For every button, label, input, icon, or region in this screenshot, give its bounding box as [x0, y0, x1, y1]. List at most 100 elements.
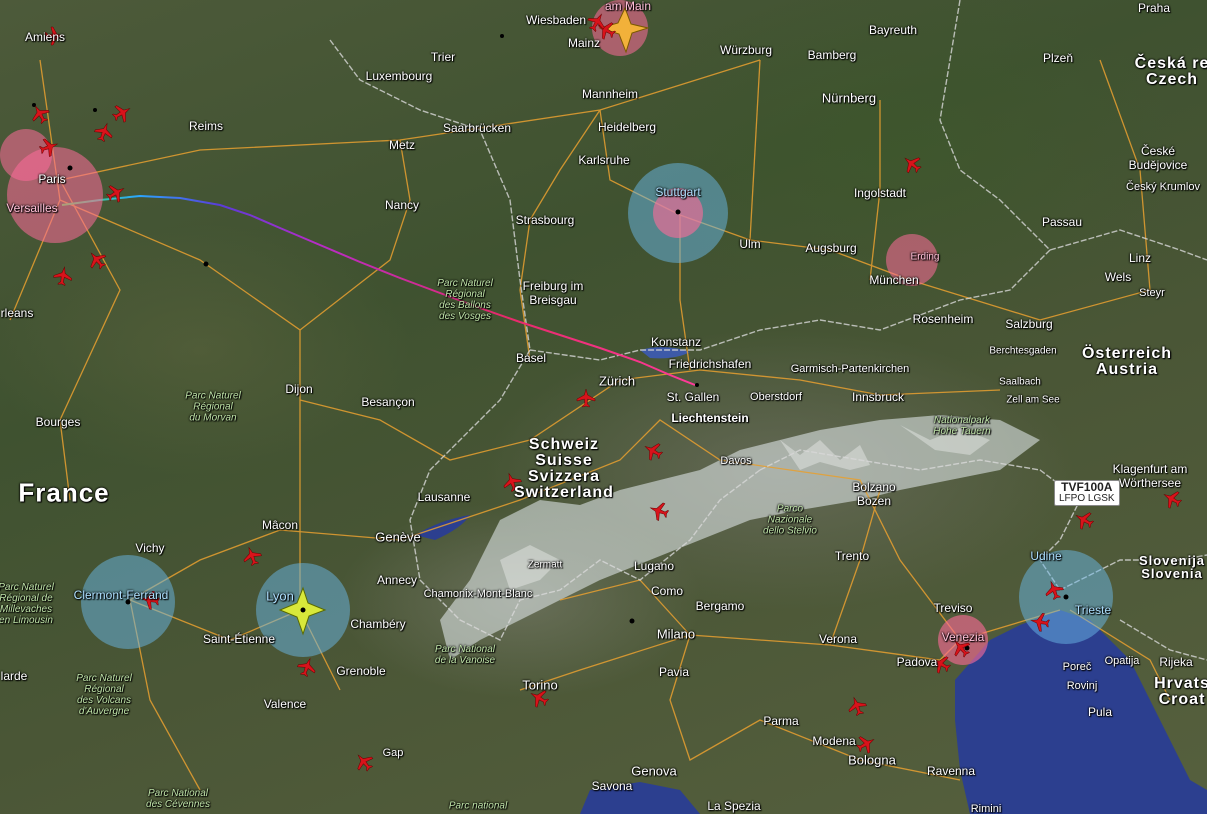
city-label: Metz: [388, 138, 416, 152]
city-label: Parma: [763, 714, 799, 728]
city-label: Gap: [382, 747, 404, 759]
city-label-text: České Budějovice: [1128, 144, 1188, 172]
city-label: Bergamo: [695, 599, 745, 613]
map-view[interactable]: France Schweiz Suisse Svizzera Switzerla…: [0, 0, 1207, 814]
city-label: Davos: [720, 455, 752, 467]
city-label: Savona: [591, 779, 633, 793]
park-label-text: Nationalpark Hohe Tauern: [933, 415, 991, 437]
city-label: Oberstdorf: [750, 391, 802, 403]
plane-icon[interactable]: [109, 100, 135, 126]
city-label: Mâcon: [261, 518, 299, 532]
plane-icon[interactable]: [576, 388, 596, 408]
city-label: Rijeka: [1159, 655, 1193, 669]
country-label-croatia: Hrvats Croat: [1154, 676, 1207, 708]
city-label: Trento: [834, 549, 870, 563]
city-label: Zermatt: [527, 559, 563, 571]
city-label: Saalbach: [999, 376, 1041, 388]
city-label: Trier: [430, 50, 456, 64]
plane-icon[interactable]: [27, 101, 53, 127]
city-label-text: Freiburg im Breisgau: [522, 279, 584, 307]
park-label: Parc National des Cévennes: [146, 788, 210, 810]
country-label-czech: Česká re Czech: [1135, 56, 1207, 88]
flight-route: LFPO LGSK: [1059, 493, 1115, 504]
city-label: Genova: [631, 763, 677, 779]
city-label: Bamberg: [807, 48, 857, 62]
city-label: Nancy: [384, 198, 420, 212]
city-label: Paris: [38, 172, 66, 186]
park-label: Parc Naturel Régional des Ballons des Vo…: [437, 278, 493, 322]
city-label: Freiburg im Breisgau: [523, 279, 584, 307]
park-label-text: Parc Naturel Régional des Ballons des Vo…: [437, 278, 493, 322]
city-label: Garmisch-Partenkirchen: [790, 363, 910, 375]
city-label: Linz: [1128, 251, 1152, 265]
country-label-slovenia: Slovenija Slovenia: [1139, 554, 1205, 580]
city-label: Lyon: [266, 588, 294, 604]
plane-icon[interactable]: [647, 499, 671, 523]
plane-icon[interactable]: [640, 438, 666, 464]
city-label: Friedrichshafen: [668, 357, 752, 371]
plane-icon[interactable]: [84, 247, 110, 273]
country-label-croatia-text: Hrvats Croat: [1154, 675, 1207, 708]
city-label: Augsburg: [805, 241, 857, 255]
city-label: Valence: [263, 697, 307, 711]
city-label: Zell am See: [1006, 394, 1060, 406]
city-label: Bayreuth: [868, 23, 918, 37]
city-label: Salzburg: [1005, 317, 1053, 331]
country-label-france: France: [18, 477, 110, 508]
city-label: Dijon: [285, 382, 313, 396]
city-label: České Budějovice: [1129, 144, 1188, 172]
plane-icon[interactable]: [1029, 611, 1051, 633]
plane-icon[interactable]: [899, 151, 925, 177]
city-label: Liechtenstein: [671, 411, 749, 425]
city-label: Venezia: [941, 630, 985, 644]
city-label: Passau: [1041, 215, 1083, 229]
city-label: Ravenna: [926, 764, 976, 778]
plane-icon[interactable]: [52, 265, 74, 287]
city-label: Klagenfurt am Wörthersee: [1113, 462, 1188, 490]
flight-tag[interactable]: TVF100A LFPO LGSK: [1054, 480, 1120, 506]
city-label: Trieste: [1074, 603, 1112, 617]
city-label: Bourges: [35, 415, 81, 429]
park-label: Parc national: [448, 800, 508, 812]
city-label: Zürich: [598, 373, 636, 389]
city-label: Rimini: [970, 803, 1002, 814]
plane-icon[interactable]: [240, 544, 264, 568]
city-label-text: Klagenfurt am Wörthersee: [1112, 462, 1188, 490]
city-label: Como: [650, 584, 684, 598]
park-label: Parco Nazionale dello Stelvio: [763, 504, 817, 537]
park-label: Parc Naturel Régional du Morvan: [185, 391, 241, 424]
plane-icon[interactable]: [92, 120, 116, 144]
park-label: Parc National de la Vanoise: [435, 644, 495, 666]
plane-icon[interactable]: [1071, 507, 1097, 533]
plane-icon[interactable]: [845, 694, 869, 718]
plane-icon[interactable]: [37, 135, 61, 159]
city-label: Praha: [1137, 1, 1171, 15]
city-label: rleans: [0, 306, 34, 320]
plane-icon[interactable]: [1042, 578, 1066, 602]
city-label: Erding: [910, 251, 940, 263]
city-label: Strasbourg: [515, 213, 575, 227]
city-label: Besançon: [361, 395, 415, 409]
plane-icon[interactable]: [103, 180, 129, 206]
city-label: Ulm: [739, 237, 761, 251]
flight-callsign: TVF100A: [1061, 480, 1113, 494]
city-label: Vichy: [135, 541, 165, 555]
city-label: Grenoble: [336, 664, 386, 678]
city-label: Bologna: [848, 752, 896, 768]
city-label: Udine: [1030, 549, 1062, 563]
city-label: Mannheim: [581, 87, 639, 101]
city-label: Luxembourg: [365, 69, 433, 83]
city-label: Wels: [1104, 270, 1132, 284]
city-label: Berchtesgaden: [989, 345, 1057, 357]
plane-icon[interactable]: [295, 655, 319, 679]
country-label-czech-text: Česká re Czech: [1134, 55, 1207, 88]
country-label-austria-text: Österreich Austria: [1081, 345, 1173, 378]
city-label: Bolzano Bozen: [852, 480, 895, 508]
city-label: Rosenheim: [912, 312, 974, 326]
plane-icon[interactable]: [351, 749, 377, 775]
plane-icon[interactable]: [1159, 486, 1185, 512]
city-label: Milano: [656, 626, 696, 642]
city-label: Torino: [522, 677, 558, 693]
city-label: München: [869, 273, 919, 287]
city-label: Karlsruhe: [578, 153, 630, 167]
